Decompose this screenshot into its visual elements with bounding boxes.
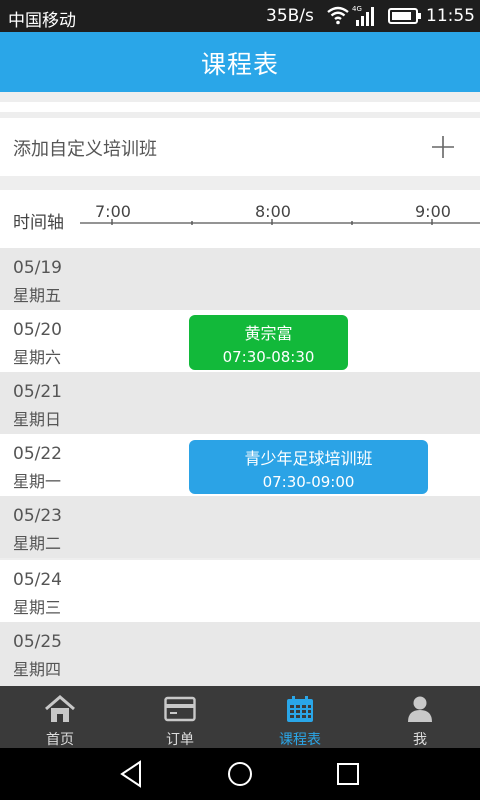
day-row: 05/21 星期日 bbox=[0, 372, 480, 434]
page-title: 课程表 bbox=[200, 50, 279, 79]
day-row: 05/25 星期四 bbox=[0, 622, 480, 686]
day-weekday: 星期四 bbox=[13, 660, 62, 679]
day-weekday: 星期六 bbox=[13, 348, 62, 367]
back-icon[interactable] bbox=[116, 758, 148, 790]
day-date: 05/20 bbox=[13, 320, 62, 340]
carrier-name: 中国移动 bbox=[8, 11, 76, 31]
home-icon bbox=[45, 695, 75, 722]
tab-schedule[interactable]: 课程表 bbox=[240, 686, 360, 748]
tab-home[interactable]: 首页 bbox=[0, 686, 120, 748]
day-weekday: 星期日 bbox=[13, 410, 62, 429]
time-tick-label: 7:00 bbox=[95, 202, 131, 221]
tab-profile-label: 我 bbox=[413, 732, 427, 748]
class-event-name: 青少年足球培训班 bbox=[244, 449, 373, 468]
day-weekday: 星期三 bbox=[13, 598, 62, 617]
app-bar: 课程表 bbox=[0, 32, 480, 92]
status-bar: 中国移动 35B/s 4G 11:55 bbox=[0, 0, 480, 32]
class-event-time: 07:30-08:30 bbox=[222, 348, 315, 366]
day-row: 05/19 星期五 bbox=[0, 248, 480, 310]
day-weekday: 星期一 bbox=[13, 472, 62, 491]
status-time: 11:55 bbox=[426, 6, 475, 26]
cellular-signal-icon: 4G bbox=[352, 5, 374, 26]
day-date: 05/23 bbox=[13, 506, 62, 526]
network-speed: 35B/s bbox=[266, 6, 314, 26]
time-tick-label: 8:00 bbox=[255, 202, 291, 221]
recent-apps-icon[interactable] bbox=[332, 758, 364, 790]
battery-icon bbox=[388, 8, 421, 24]
battery-fill bbox=[392, 12, 411, 20]
tab-schedule-label: 课程表 bbox=[279, 732, 321, 748]
tab-home-label: 首页 bbox=[46, 732, 74, 748]
day-date: 05/24 bbox=[13, 570, 62, 590]
top-spacer bbox=[0, 102, 480, 112]
day-weekday: 星期五 bbox=[13, 286, 62, 305]
time-tick-label: 9:00 bbox=[415, 202, 451, 221]
bottom-tab-bar: 首页 订单 课程表 我 bbox=[0, 686, 480, 748]
day-date: 05/21 bbox=[13, 382, 62, 402]
plus-icon[interactable] bbox=[431, 135, 455, 159]
day-weekday: 星期二 bbox=[13, 534, 62, 553]
tab-orders[interactable]: 订单 bbox=[120, 686, 240, 748]
tab-orders-label: 订单 bbox=[166, 732, 194, 748]
add-custom-class-row[interactable]: 添加自定义培训班 bbox=[0, 118, 480, 176]
day-date: 05/19 bbox=[13, 258, 62, 278]
add-custom-class-label: 添加自定义培训班 bbox=[13, 139, 157, 160]
time-axis: 时间轴 7:00 8:00 9:00 bbox=[0, 190, 480, 248]
class-event-time: 07:30-09:00 bbox=[262, 473, 355, 491]
day-date: 05/25 bbox=[13, 632, 62, 652]
home-button-icon[interactable] bbox=[224, 758, 256, 790]
calendar-icon bbox=[287, 696, 313, 722]
tab-profile[interactable]: 我 bbox=[360, 686, 480, 748]
day-row: 05/24 星期三 bbox=[0, 560, 480, 622]
wifi-icon bbox=[327, 6, 349, 25]
class-event-block[interactable]: 黄宗富 07:30-08:30 bbox=[189, 315, 348, 370]
time-axis-line bbox=[80, 219, 480, 225]
day-date: 05/22 bbox=[13, 444, 62, 464]
cell-network-label: 4G bbox=[352, 5, 362, 13]
day-row: 05/23 星期二 bbox=[0, 496, 480, 558]
class-event-block[interactable]: 青少年足球培训班 07:30-09:00 bbox=[189, 440, 428, 494]
card-icon bbox=[164, 696, 196, 722]
system-nav-bar bbox=[0, 748, 480, 800]
class-event-name: 黄宗富 bbox=[244, 324, 293, 343]
user-icon bbox=[408, 696, 432, 722]
